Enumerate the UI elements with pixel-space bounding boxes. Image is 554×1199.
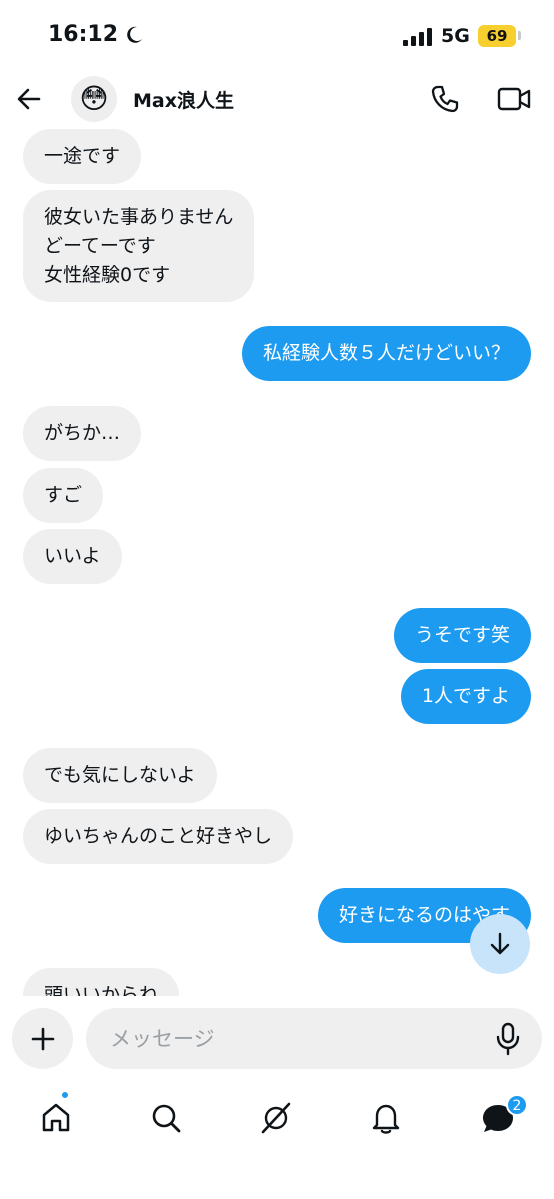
scroll-to-bottom-button[interactable]	[470, 914, 530, 974]
signal-icon	[403, 28, 432, 46]
incoming-message[interactable]: ゆいちゃんのこと好きやし	[23, 809, 294, 864]
microphone-icon	[496, 1022, 520, 1056]
outgoing-message[interactable]: 私経験人数５人だけどいい？	[241, 326, 531, 381]
plus-icon	[31, 1027, 54, 1050]
status-bar: 16:12 5G 69	[0, 0, 554, 70]
video-camera-icon	[497, 87, 531, 111]
tab-grok[interactable]	[252, 1094, 300, 1142]
status-time: 16:12	[48, 22, 119, 47]
home-icon	[42, 1103, 70, 1132]
video-call-button[interactable]	[496, 82, 532, 116]
search-icon	[152, 1104, 181, 1133]
arrow-down-icon	[490, 932, 510, 955]
incoming-message[interactable]: 一途です	[23, 129, 142, 184]
bottom-tab-bar: 2	[0, 1080, 554, 1199]
grok-icon	[261, 1102, 291, 1134]
incoming-message[interactable]: でも気にしないよ	[23, 748, 217, 803]
battery-indicator: 69	[478, 25, 516, 47]
add-attachment-button[interactable]	[12, 1008, 73, 1069]
contact-name[interactable]: Max浪人生	[133, 86, 234, 113]
outgoing-message[interactable]: うそです笑	[393, 608, 531, 663]
arrow-left-icon	[17, 88, 41, 110]
bell-icon	[372, 1104, 400, 1134]
home-notification-dot	[60, 1090, 70, 1100]
conversation-header: 😳 Max浪人生	[0, 70, 554, 128]
voice-message-button[interactable]	[490, 1020, 526, 1058]
dm-screen: 16:12 5G 69 😳 Max浪人生 一途です 彼女いた事ありません どーて…	[0, 0, 554, 1199]
messages-badge: 2	[506, 1094, 528, 1116]
phone-icon	[431, 85, 459, 113]
incoming-message[interactable]: いいよ	[23, 529, 122, 584]
message-composer	[0, 996, 554, 1080]
back-button[interactable]	[12, 82, 46, 116]
voice-call-button[interactable]	[428, 82, 462, 116]
message-input[interactable]	[86, 1008, 542, 1069]
outgoing-message[interactable]: 1人ですよ	[400, 669, 531, 724]
incoming-message[interactable]: がちか…	[23, 406, 142, 461]
avatar[interactable]: 😳	[71, 76, 117, 122]
moon-icon	[127, 26, 143, 43]
tab-notifications[interactable]	[362, 1094, 410, 1142]
tab-search[interactable]	[142, 1094, 190, 1142]
status-time-group: 16:12	[48, 22, 144, 47]
incoming-message[interactable]: 頭いいからね	[23, 968, 180, 996]
network-type: 5G	[441, 25, 470, 47]
incoming-message[interactable]: すご	[23, 468, 104, 523]
battery-tip	[518, 31, 521, 40]
message-list[interactable]: 一途です 彼女いた事ありません どーてーです 女性経験0です 私経験人数５人だけ…	[0, 128, 554, 996]
incoming-message[interactable]: 彼女いた事ありません どーてーです 女性経験0です	[23, 190, 255, 302]
tab-home[interactable]	[32, 1094, 80, 1142]
